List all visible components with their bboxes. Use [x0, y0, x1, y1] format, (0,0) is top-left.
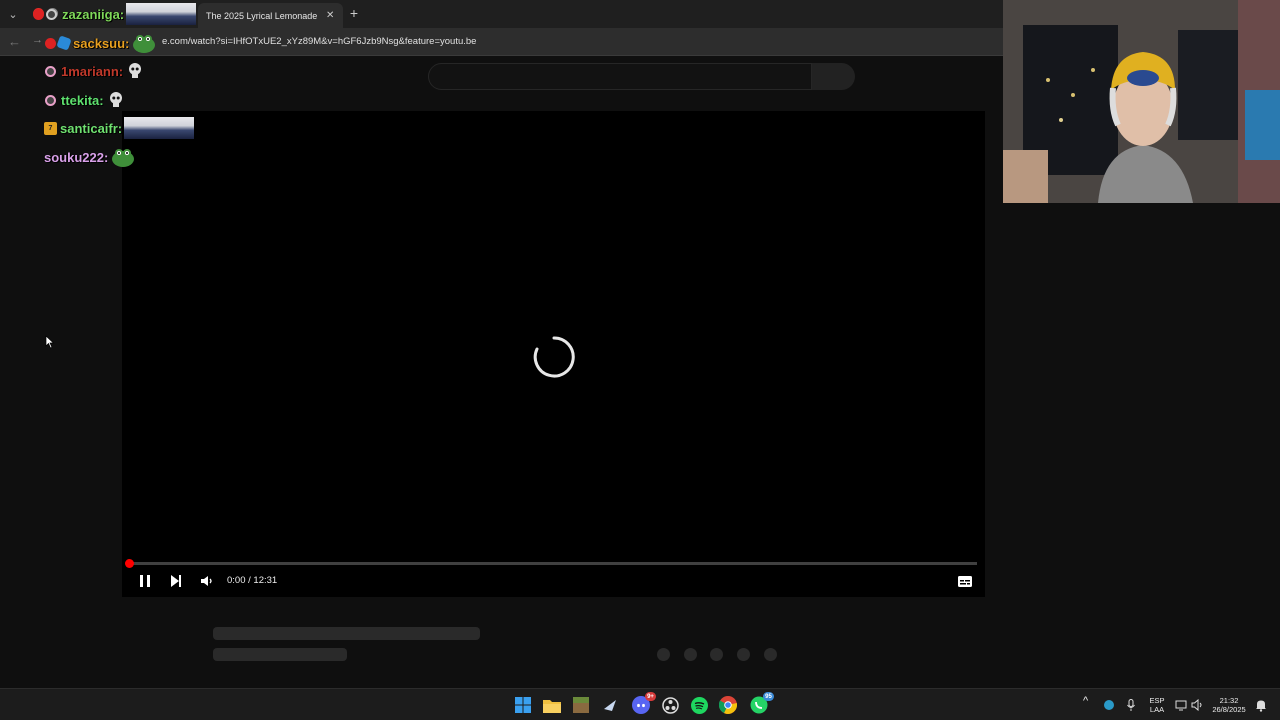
pause-button[interactable]: [136, 572, 154, 590]
file-explorer-icon[interactable]: [542, 695, 562, 715]
chat-message: souku222:: [44, 146, 135, 168]
progress-scrubber[interactable]: [125, 559, 134, 568]
badge-icon: [45, 37, 56, 49]
channel-skeleton: [213, 648, 347, 661]
action-skeleton: [684, 648, 697, 661]
badge-icon: [56, 35, 72, 51]
badge-icon: [46, 8, 57, 20]
clock-time: 21:32: [1219, 696, 1239, 705]
microphone-icon[interactable]: [1122, 695, 1140, 715]
action-skeleton: [764, 648, 777, 661]
clock-date: 26/8/2025: [1212, 705, 1246, 714]
chat-username: santicaifr:: [60, 120, 123, 136]
notification-icon[interactable]: [1252, 695, 1270, 715]
captions-icon: [958, 575, 972, 587]
webcam-image: [1003, 0, 1280, 203]
tab-title: The 2025 Lyrical Lemonade Summer: [206, 10, 318, 21]
chat-message: zazaniiga:: [33, 3, 197, 25]
action-skeleton: [657, 648, 670, 661]
chat-username: souku222:: [44, 149, 109, 165]
volume-button[interactable]: [197, 572, 215, 590]
action-skeleton: [737, 648, 750, 661]
badge-icon: [33, 8, 44, 20]
pause-icon: [140, 575, 150, 587]
chat-message: 1mariann:: [45, 60, 142, 82]
forward-arrow-icon[interactable]: →: [32, 34, 43, 46]
whatsapp-icon[interactable]: 95: [749, 692, 774, 715]
emote-image: [126, 3, 197, 25]
badge-icon: [45, 65, 56, 77]
close-icon[interactable]: ✕: [326, 10, 334, 21]
back-arrow-icon[interactable]: ←: [8, 34, 21, 49]
chrome-icon[interactable]: [718, 695, 738, 715]
windows-start-icon[interactable]: [513, 695, 533, 715]
steam-icon[interactable]: [600, 695, 620, 715]
tray-overflow-icon[interactable]: ^: [1083, 696, 1088, 707]
badge-icon: 7: [44, 121, 57, 135]
action-skeleton: [710, 648, 723, 661]
skull-emote-icon: [129, 63, 142, 78]
time-display: 0:00 / 12:31: [227, 575, 278, 586]
spotify-icon[interactable]: [689, 695, 709, 715]
search-input[interactable]: [428, 63, 812, 90]
new-tab-button[interactable]: +: [346, 5, 362, 21]
loading-spinner-icon: [533, 336, 575, 378]
tray-app-icon[interactable]: [1100, 695, 1118, 715]
whatsapp-badge: 95: [763, 692, 774, 701]
speaker-icon[interactable]: [1188, 695, 1206, 715]
language-indicator[interactable]: ESP LAA: [1146, 696, 1168, 714]
discord-badge: 9+: [645, 692, 656, 701]
chat-username: zazaniiga:: [62, 6, 125, 22]
search-button[interactable]: [812, 63, 855, 90]
chat-message: 7 santicaifr:: [44, 117, 195, 139]
windows-taskbar: 9+ 95 ^ ESP LAA 21:32 26/8/2025: [0, 688, 1280, 720]
skull-emote-icon: [109, 92, 122, 107]
url-field[interactable]: e.com/watch?si=IHfOTxUE2_xYz89M&v=hGF6Jz…: [162, 36, 476, 47]
progress-bar[interactable]: [130, 562, 977, 565]
chevron-down-icon[interactable]: ⌄: [4, 5, 22, 23]
next-icon: [171, 575, 181, 587]
tab-active[interactable]: The 2025 Lyrical Lemonade Summer ✕: [198, 3, 343, 28]
volume-icon: [201, 576, 212, 586]
chat-username: ttekita:: [61, 92, 104, 108]
clock[interactable]: 21:32 26/8/2025: [1208, 696, 1250, 714]
screen: ⌄ The 2025 Lyrical Lemonade Summer ✕ + ←…: [0, 0, 1280, 720]
captions-button[interactable]: [956, 572, 974, 590]
frog-emote-icon: [112, 149, 135, 167]
video-player[interactable]: 0:00 / 12:31: [122, 111, 985, 597]
title-skeleton: [213, 627, 480, 640]
mouse-cursor-icon: [45, 335, 55, 349]
chat-message: ttekita:: [45, 89, 123, 111]
badge-icon: [45, 94, 56, 106]
emote-image: [124, 117, 195, 139]
language-top: ESP: [1149, 696, 1165, 705]
chat-username: 1mariann:: [61, 63, 124, 79]
chat-message: sacksuu:: [45, 32, 156, 54]
webcam-feed: [1003, 0, 1280, 203]
language-bottom: LAA: [1149, 705, 1165, 714]
obs-icon[interactable]: [660, 695, 680, 715]
frog-emote-icon: [133, 35, 156, 53]
next-button[interactable]: [167, 572, 185, 590]
discord-icon[interactable]: 9+: [631, 692, 656, 715]
chat-username: sacksuu:: [73, 35, 130, 51]
minecraft-icon[interactable]: [571, 695, 591, 715]
